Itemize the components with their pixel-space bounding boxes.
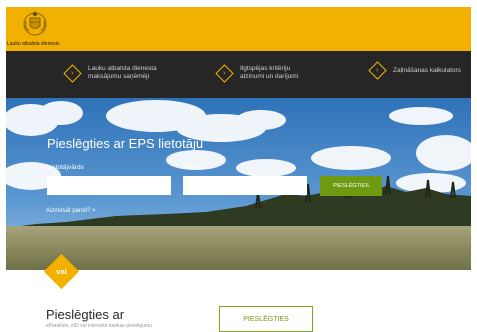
or-badge-label: vai bbox=[56, 267, 67, 276]
password-label: Parole bbox=[183, 164, 202, 171]
organization-name: Lauku atbalsta dienests bbox=[7, 41, 60, 47]
header-bar: Lauku atbalsta dienests bbox=[6, 7, 471, 51]
nav-item-greening-calculator[interactable]: › Zaļināšanas kalkulators bbox=[368, 61, 461, 80]
alternative-login-button[interactable]: PIESLĒGTIES bbox=[219, 306, 313, 332]
nav-item-label: Lauku atbalsta dienesta bbox=[88, 65, 157, 72]
chevron-right-icon: › bbox=[215, 63, 234, 83]
chevron-right-icon: › bbox=[368, 61, 387, 80]
login-button[interactable]: PIESLĒGTIES bbox=[320, 176, 382, 196]
nav-item-payment-recipients[interactable]: › Lauku atbalsta dienesta maksājumu saņē… bbox=[63, 63, 157, 83]
password-input[interactable] bbox=[183, 176, 307, 195]
chevron-right-icon: › bbox=[63, 63, 82, 83]
nav-item-label: atzinumi un darījumi bbox=[240, 73, 299, 80]
alternative-login-subtitle: eParaksts, eID vai interneta bankas pies… bbox=[46, 323, 152, 329]
nav-item-label: Zaļināšanas kalkulators bbox=[393, 66, 461, 74]
forgot-password-link[interactable]: Aizmirsāt paroli? > bbox=[46, 208, 96, 214]
nav-item-label: maksājumu saņēmēji bbox=[88, 73, 150, 80]
username-label: Lietotājvārds bbox=[47, 164, 84, 171]
login-title: Pieslēgties ar EPS lietotāju bbox=[47, 136, 204, 151]
top-navigation: › Lauku atbalsta dienesta maksājumu saņē… bbox=[6, 51, 471, 98]
coat-of-arms-icon[interactable] bbox=[21, 9, 49, 37]
username-input[interactable] bbox=[47, 176, 171, 195]
nav-item-sustainability-criteria[interactable]: › Ilgtspējas kritēriju atzinumi un darīj… bbox=[215, 63, 299, 83]
hero-banner: Pieslēgties ar EPS lietotāju Lietotājvār… bbox=[6, 98, 471, 270]
nav-item-label: Ilgtspējas kritēriju bbox=[240, 65, 291, 72]
alternative-login-title: Pieslēgties ar bbox=[46, 307, 125, 322]
